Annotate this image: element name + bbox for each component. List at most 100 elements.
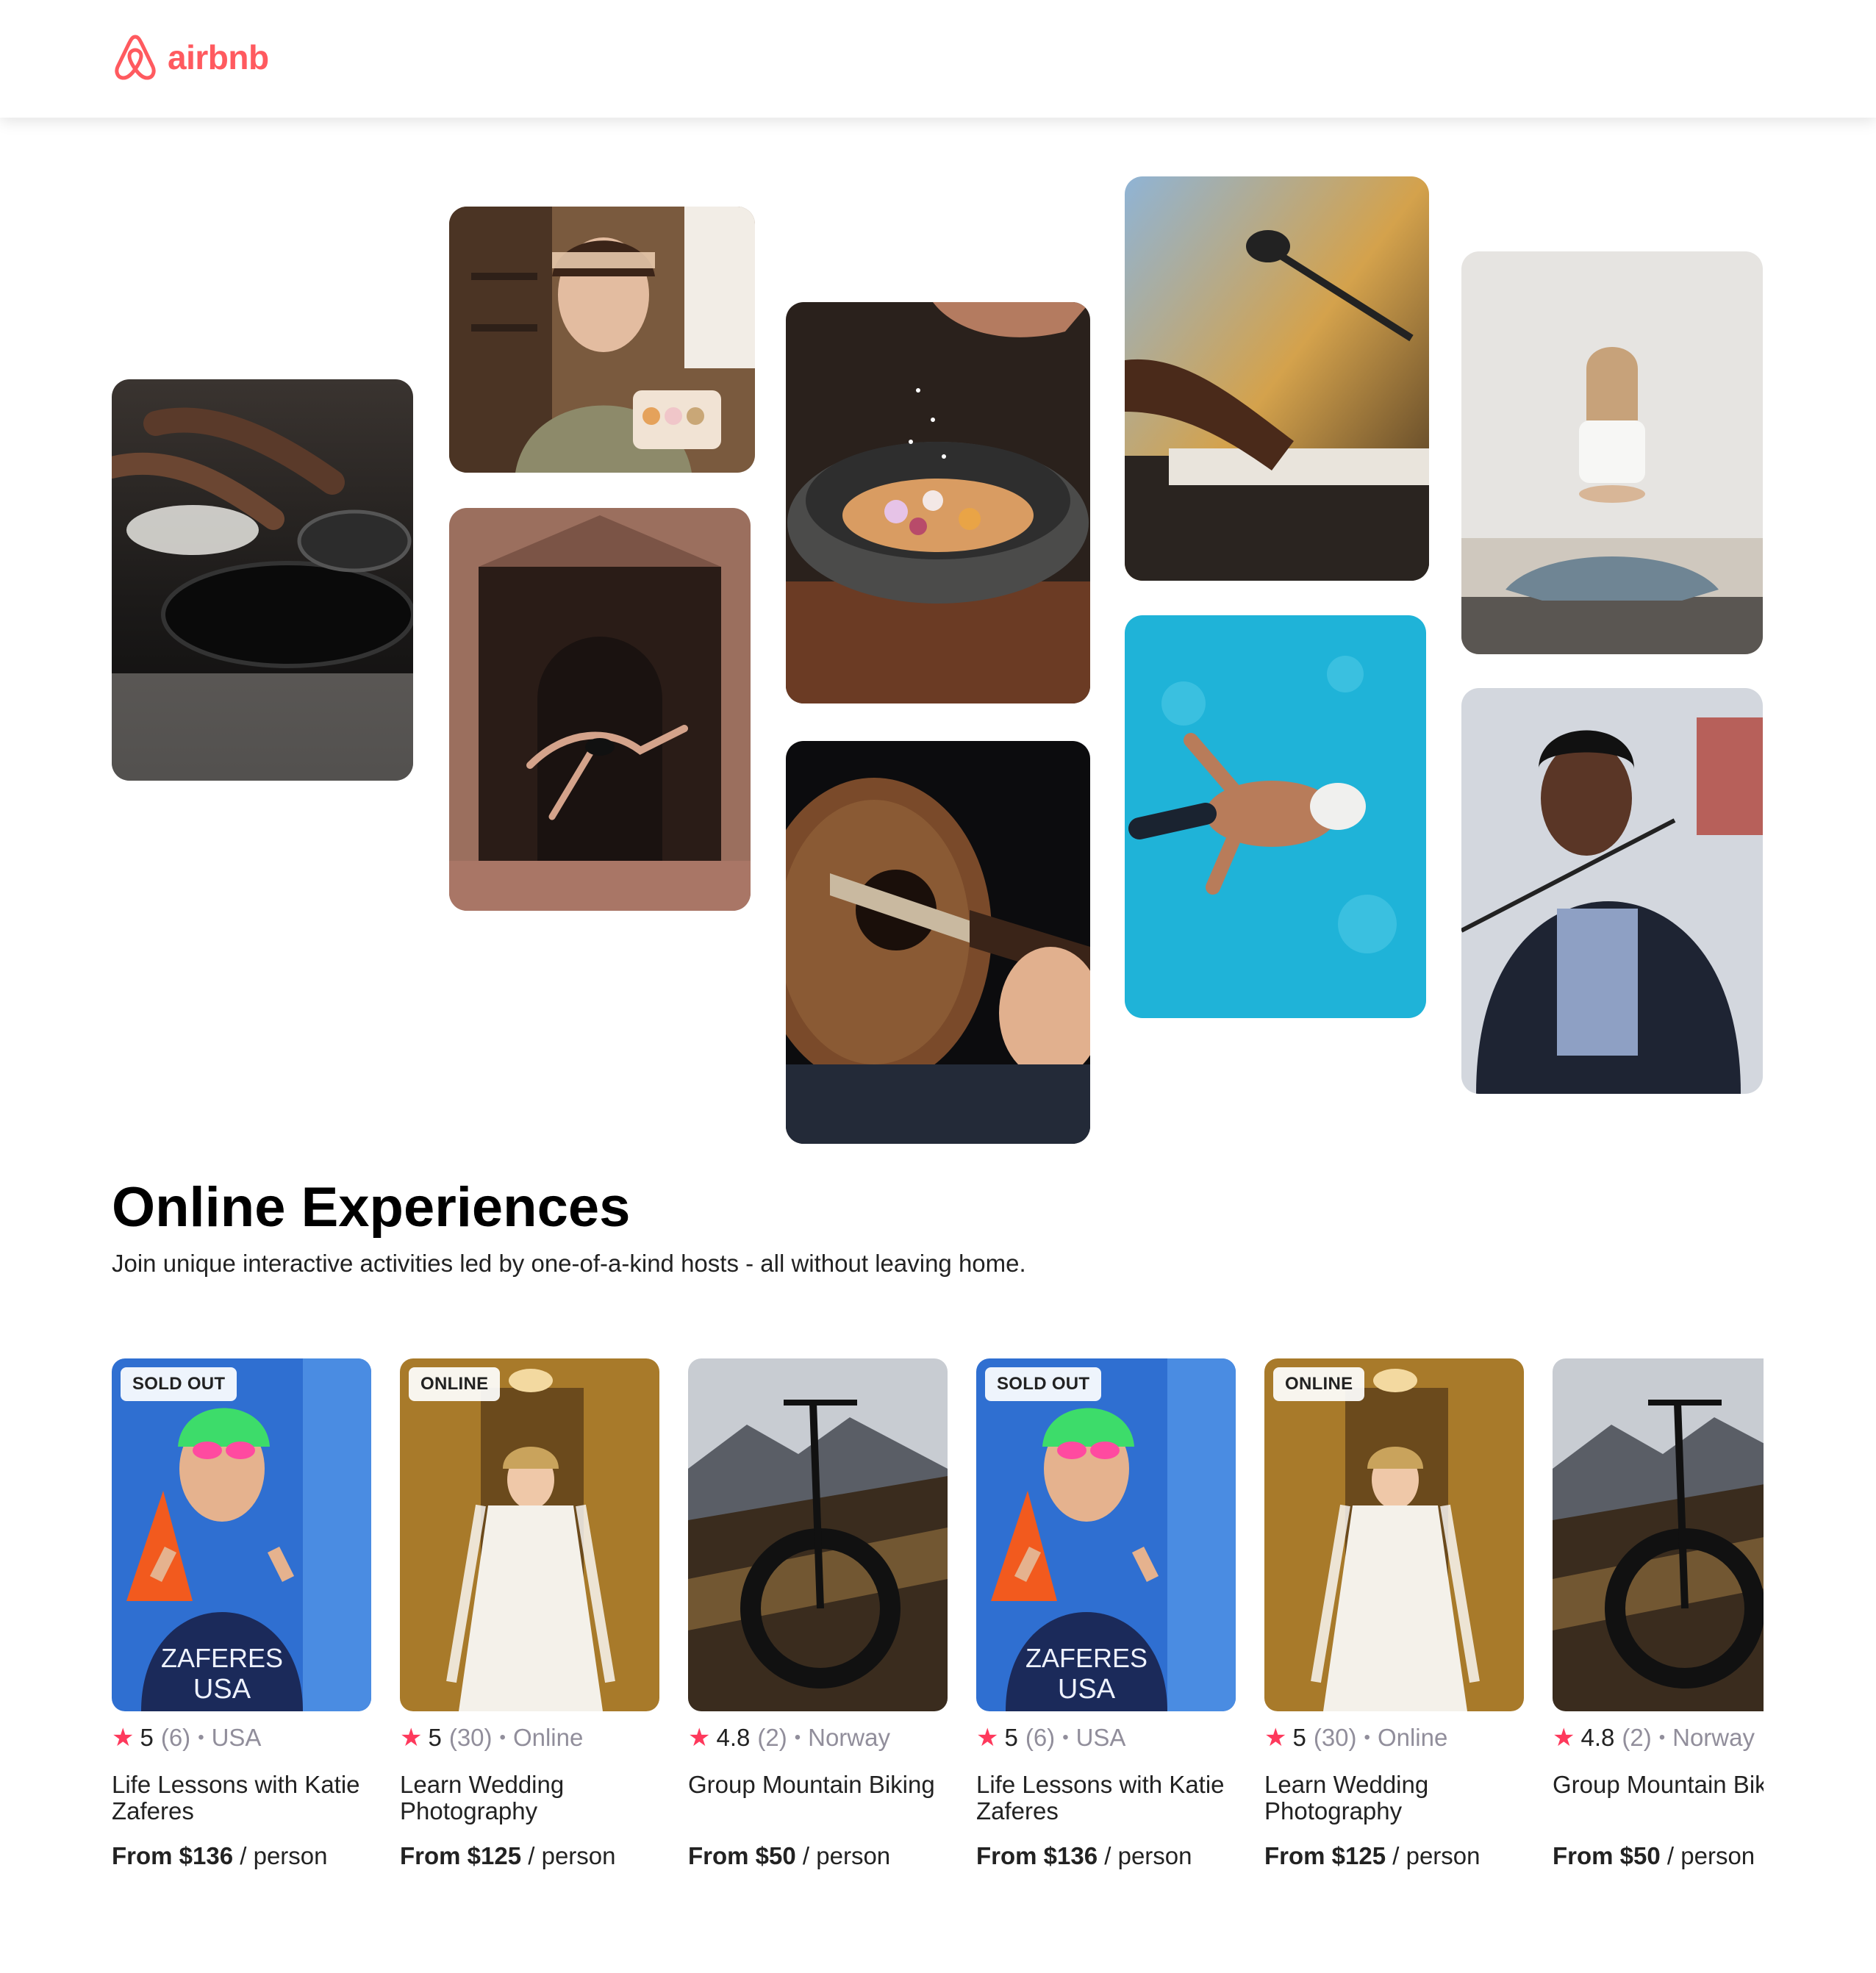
card-photo: ONLINE: [400, 1358, 659, 1711]
hero-photo-dancer: [449, 508, 751, 911]
price-unit: / person: [528, 1842, 616, 1869]
star-icon: ★: [1553, 1724, 1575, 1752]
card-stats: ★ 4.8 (2) • Norway: [1553, 1723, 1764, 1752]
card-stats: ★ 5 (30) • Online: [1264, 1723, 1524, 1752]
card-stats: ★ 5 (6) • USA: [976, 1723, 1236, 1752]
card-location: Norway: [1672, 1724, 1755, 1751]
dancer-photo-icon: [449, 508, 751, 911]
separator-dot: •: [1364, 1727, 1370, 1747]
bride-photo-icon: [1264, 1358, 1524, 1711]
card-location: Online: [1377, 1724, 1448, 1751]
separator-dot: •: [198, 1727, 204, 1747]
separator-dot: •: [1658, 1727, 1666, 1747]
experience-card[interactable]: ZAFERES USA SOLD OUT ★ 5 (6) • USA Life …: [112, 1358, 371, 1870]
card-photo: [1553, 1358, 1764, 1711]
price-unit: / person: [1666, 1842, 1755, 1869]
airbnb-logo-icon: [115, 35, 156, 80]
top-navbar: airbnb: [0, 0, 1876, 118]
card-rating: 5: [428, 1724, 442, 1751]
yoga-photo-icon: [1461, 251, 1763, 654]
swimmer-photo-icon: [1125, 615, 1426, 1018]
hero-photo-keyboard: [1125, 176, 1429, 581]
price-amount: From $125: [400, 1842, 522, 1869]
separator-dot: •: [794, 1727, 801, 1747]
card-stats: ★ 5 (6) • USA: [112, 1723, 371, 1752]
card-title[interactable]: Learn Wedding Photography: [1264, 1772, 1524, 1825]
card-price: From $136 / person: [112, 1842, 371, 1870]
experience-card[interactable]: ZAFERES USA SOLD OUT ★ 5 (6) • USA Life …: [976, 1358, 1236, 1870]
card-location: Norway: [808, 1724, 890, 1751]
card-photo: [688, 1358, 948, 1711]
guitar-photo-icon: [786, 741, 1090, 1144]
separator-dot: •: [499, 1727, 506, 1747]
price-amount: From $50: [1553, 1842, 1661, 1869]
price-unit: / person: [1104, 1842, 1192, 1869]
hero-photo-bowl: [786, 302, 1090, 703]
svg-text:USA: USA: [193, 1674, 251, 1705]
card-rating: 5: [1004, 1724, 1018, 1751]
card-title[interactable]: Life Lessons with Katie Zaferes: [976, 1772, 1236, 1825]
hero-photo-singer: [1461, 688, 1763, 1094]
card-review-count: (2): [1622, 1724, 1652, 1751]
card-rating: 5: [1292, 1724, 1306, 1751]
status-badge: SOLD OUT: [121, 1367, 237, 1401]
price-amount: From $136: [112, 1842, 234, 1869]
status-badge: SOLD OUT: [985, 1367, 1102, 1401]
bike-photo-icon: [688, 1358, 948, 1711]
price-amount: From $125: [1264, 1842, 1386, 1869]
status-badge: ONLINE: [1273, 1367, 1365, 1401]
card-review-count: (30): [1313, 1724, 1357, 1751]
svg-text:USA: USA: [1058, 1674, 1116, 1705]
card-location: USA: [1075, 1724, 1126, 1751]
bride-photo-icon: [400, 1358, 659, 1711]
card-review-count: (6): [1025, 1724, 1056, 1751]
price-unit: / person: [240, 1842, 328, 1869]
hero-photo-swimmer: [1125, 615, 1426, 1018]
card-title[interactable]: Group Mountain Biking: [1553, 1772, 1764, 1825]
card-title[interactable]: Learn Wedding Photography: [400, 1772, 659, 1825]
experience-card[interactable]: ONLINE ★ 5 (30) • Online Learn Wedding P…: [1264, 1358, 1524, 1870]
hero-photo-baker: [449, 207, 755, 473]
card-title[interactable]: Life Lessons with Katie Zaferes: [112, 1772, 371, 1825]
card-price: From $136 / person: [976, 1842, 1236, 1870]
hero-photo-cooking: [112, 379, 413, 781]
experience-card[interactable]: ONLINE ★ 5 (30) • Online Learn Wedding P…: [400, 1358, 659, 1870]
hero-photo-yoga: [1461, 251, 1763, 654]
experience-card[interactable]: ★ 4.8 (2) • Norway Group Mountain Biking…: [688, 1358, 948, 1870]
singer-photo-icon: [1461, 688, 1763, 1094]
price-unit: / person: [1392, 1842, 1481, 1869]
card-rating: 4.8: [1580, 1724, 1615, 1751]
airbnb-logo[interactable]: airbnb: [112, 32, 269, 82]
section-title: Online Experiences: [112, 1176, 631, 1239]
card-price: From $125 / person: [1264, 1842, 1524, 1870]
bowl-photo-icon: [786, 302, 1090, 703]
price-amount: From $136: [976, 1842, 1098, 1869]
card-photo: ZAFERES USA SOLD OUT: [112, 1358, 371, 1711]
card-rating: 4.8: [716, 1724, 751, 1751]
card-location: USA: [211, 1724, 262, 1751]
card-price: From $50 / person: [688, 1842, 948, 1870]
status-badge: ONLINE: [409, 1367, 501, 1401]
price-amount: From $50: [688, 1842, 796, 1869]
star-icon: ★: [976, 1724, 999, 1752]
keyboard-photo-icon: [1125, 176, 1429, 581]
svg-text:ZAFERES: ZAFERES: [1025, 1643, 1148, 1673]
card-stats: ★ 5 (30) • Online: [400, 1723, 659, 1752]
athlete-photo-icon: ZAFERES USA: [112, 1358, 371, 1711]
bike-photo-icon: [1553, 1358, 1764, 1711]
athlete-photo-icon: ZAFERES USA: [976, 1358, 1236, 1711]
card-photo: ONLINE: [1264, 1358, 1524, 1711]
price-unit: / person: [802, 1842, 891, 1869]
separator-dot: •: [1062, 1727, 1069, 1747]
card-price: From $125 / person: [400, 1842, 659, 1870]
card-review-count: (2): [757, 1724, 787, 1751]
baker-photo-icon: [449, 207, 755, 473]
card-review-count: (6): [160, 1724, 191, 1751]
experience-card[interactable]: ★ 4.8 (2) • Norway Group Mountain Biking…: [1553, 1358, 1764, 1870]
card-price: From $50 / person: [1553, 1842, 1764, 1870]
card-photo: ZAFERES USA SOLD OUT: [976, 1358, 1236, 1711]
cooking-photo-icon: [112, 379, 413, 781]
svg-text:ZAFERES: ZAFERES: [161, 1643, 283, 1673]
experience-cards-row[interactable]: ZAFERES USA SOLD OUT ★ 5 (6) • USA Life …: [112, 1358, 1764, 1873]
card-title[interactable]: Group Mountain Biking: [688, 1772, 948, 1825]
